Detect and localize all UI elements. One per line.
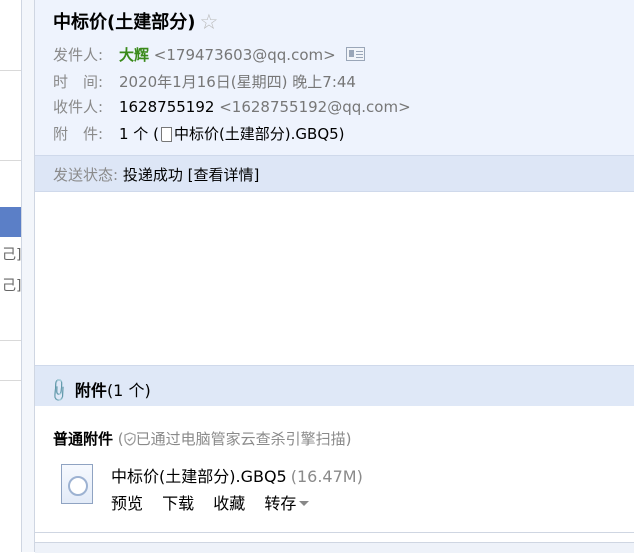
attachment-file-size: (16.47M) — [290, 467, 363, 486]
attachment-inline-name[interactable]: 中标价(土建部分).GBQ5) — [174, 125, 345, 143]
sidebar-item-label[interactable]: 己] — [2, 275, 21, 295]
attachment-label: 附 件: — [53, 125, 104, 143]
left-sidebar: 己] 己] — [0, 0, 22, 552]
email-read-panel: 中标价(土建部分) ☆ 发件人: 大辉 <179473603@qq.com> 时 间… — [34, 0, 634, 553]
save-to-button[interactable]: 转存 — [264, 494, 310, 513]
sidebar-divider — [0, 70, 21, 71]
recipient-address[interactable]: <1628755192@qq.com> — [219, 98, 410, 116]
status-label: 发送状态: — [53, 166, 119, 184]
sender-row: 发件人: 大辉 <179473603@qq.com> — [53, 44, 365, 65]
recipient-row: 收件人: 1628755192 <1628755192@qq.com> — [53, 96, 411, 117]
attachments-header: 📎 附件(1 个) — [35, 365, 634, 407]
attachment-file-name[interactable]: 中标价(土建部分).GBQ5 — [111, 467, 287, 486]
scan-text: 已通过电脑管家云查杀引擎扫描) — [135, 430, 352, 448]
attachments-title: 附件 — [74, 381, 107, 400]
delivery-status-bar: 发送状态: 投递成功 [查看详情] — [35, 155, 634, 192]
attachment-file-row: 中标价(土建部分).GBQ5 (16.47M) — [111, 463, 363, 487]
time-value: 2020年1月16日(星期四) 晚上7:44 — [119, 73, 356, 91]
attachment-kind-label: 普通附件 — [53, 430, 114, 448]
save-to-label: 转存 — [264, 494, 297, 513]
sidebar-divider — [0, 160, 21, 161]
view-details-link[interactable]: [查看详情] — [188, 166, 260, 184]
preview-button[interactable]: 预览 — [111, 494, 143, 513]
sender-label: 发件人: — [53, 46, 104, 64]
attachments-body: 普通附件 (已通过电脑管家云查杀引擎扫描) 中标价(土建部分).GBQ5 (16.… — [35, 406, 634, 533]
download-button[interactable]: 下载 — [162, 494, 194, 513]
contact-card-icon[interactable] — [345, 47, 365, 61]
bottom-toolbar — [35, 542, 634, 553]
sender-name[interactable]: 大辉 — [119, 46, 149, 64]
subject-text: 中标价(土建部分) — [53, 12, 196, 33]
attachment-actions: 预览 下载 收藏 转存 — [111, 490, 323, 514]
attachment-count[interactable]: 1 个 ( — [119, 125, 159, 143]
recipient-name[interactable]: 1628755192 — [119, 98, 214, 116]
chevron-down-icon — [299, 501, 310, 506]
panel-gutter — [22, 0, 34, 552]
file-thumbnail-icon[interactable] — [61, 464, 93, 504]
sidebar-selected-item[interactable] — [0, 207, 21, 237]
file-icon — [160, 127, 172, 142]
favorite-button[interactable]: 收藏 — [213, 494, 245, 513]
time-label: 时 间: — [53, 73, 104, 91]
paperclip-icon: 📎 — [45, 376, 73, 405]
status-value: 投递成功 — [122, 166, 183, 184]
shield-icon — [124, 432, 136, 446]
time-row: 时 间: 2020年1月16日(星期四) 晚上7:44 — [53, 71, 356, 92]
sidebar-divider — [0, 340, 21, 341]
attachments-count: (1 个) — [106, 381, 151, 400]
star-icon[interactable]: ☆ — [199, 10, 218, 34]
scan-notice: (已通过电脑管家云查杀引擎扫描) — [118, 430, 352, 448]
sidebar-divider — [0, 380, 21, 381]
email-header: 中标价(土建部分) ☆ 发件人: 大辉 <179473603@qq.com> 时 间… — [35, 0, 634, 155]
recipient-label: 收件人: — [53, 98, 104, 116]
email-subject: 中标价(土建部分) ☆ — [53, 8, 218, 34]
attachment-row: 附 件: 1 个 ( 中标价(土建部分).GBQ5) — [53, 123, 345, 144]
sidebar-item-label[interactable]: 己] — [2, 244, 21, 264]
attachment-kind-row: 普通附件 (已通过电脑管家云查杀引擎扫描) — [53, 428, 352, 449]
sender-address[interactable]: <179473603@qq.com> — [154, 46, 336, 64]
